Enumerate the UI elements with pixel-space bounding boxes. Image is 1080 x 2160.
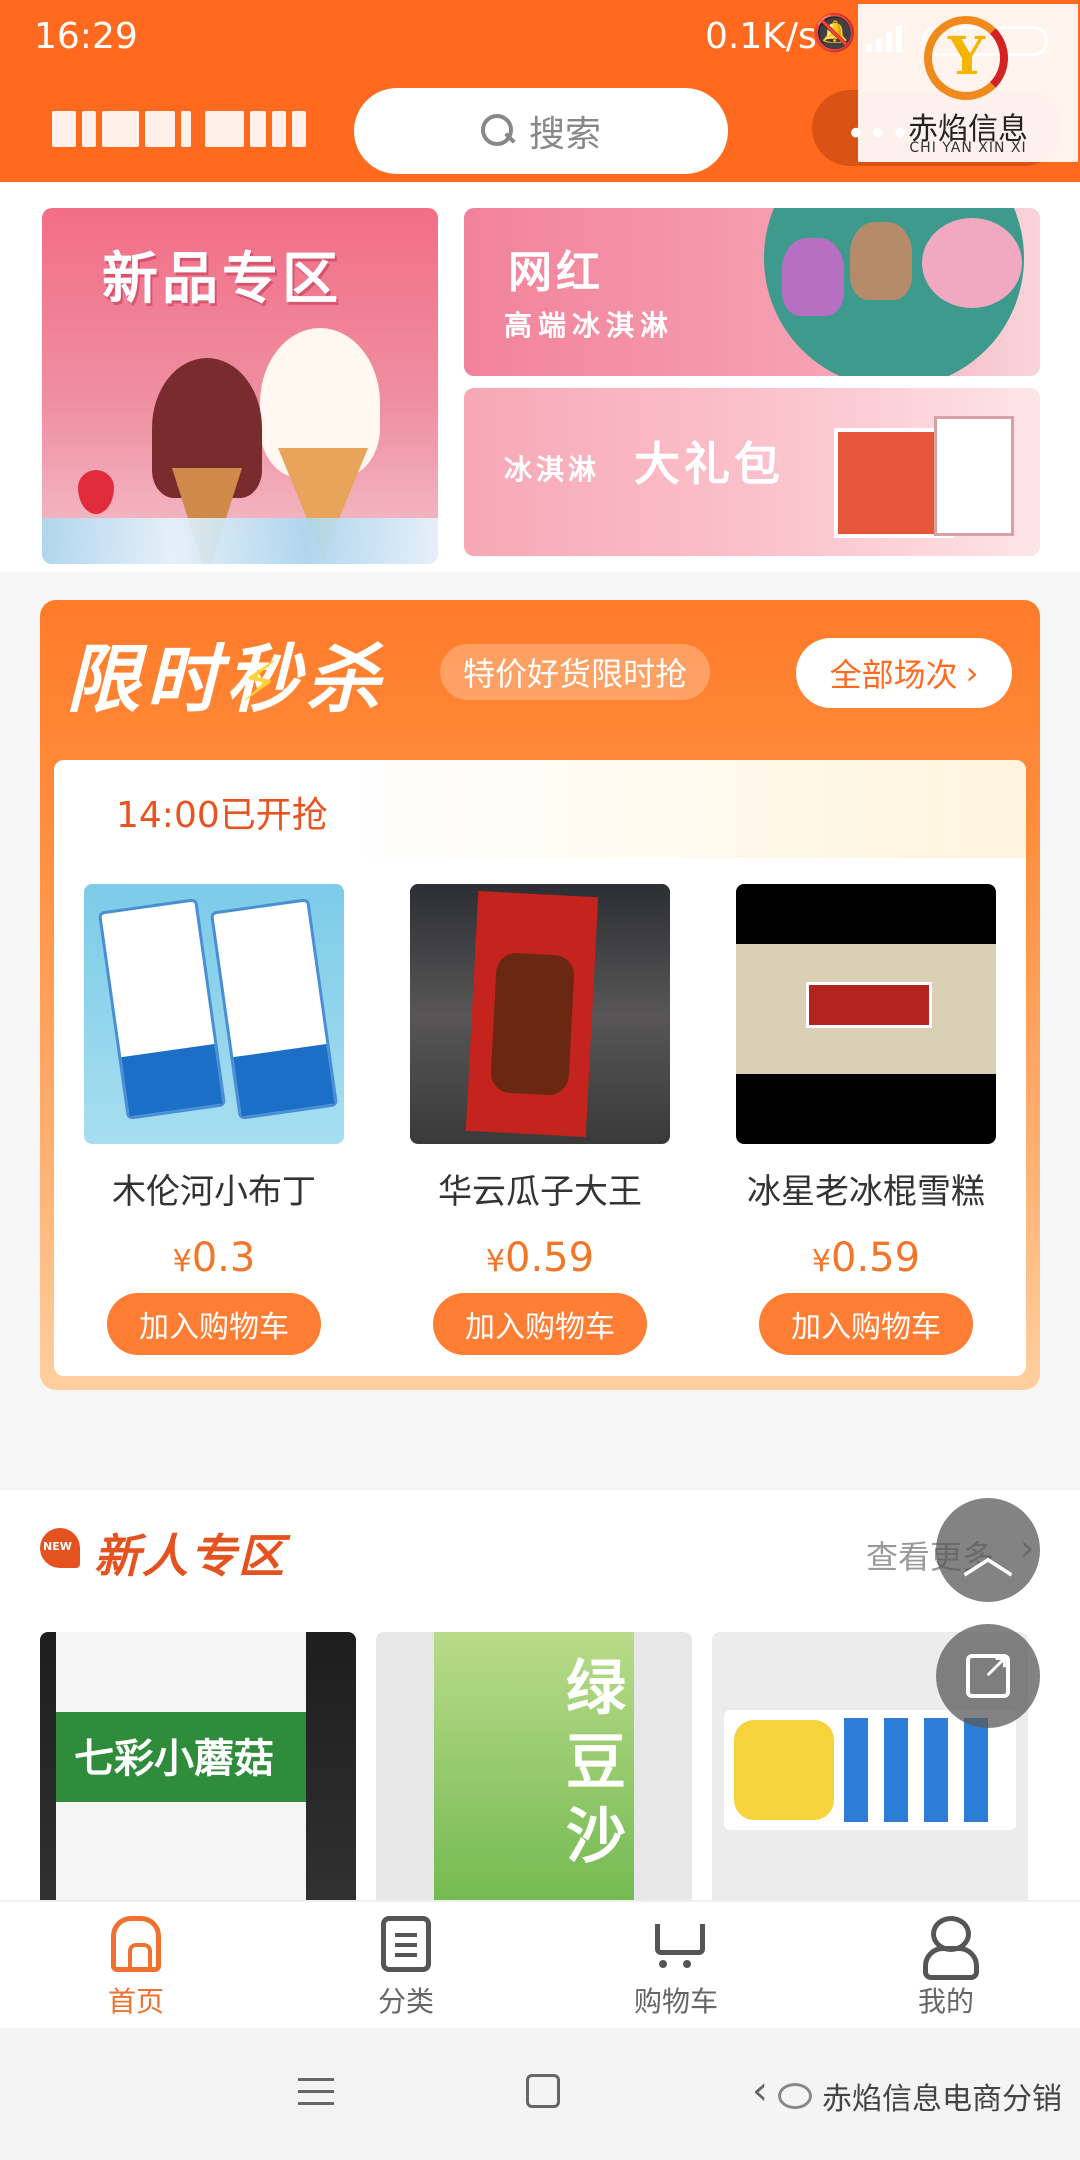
chocolate-cone-image: [152, 358, 262, 498]
product-price: ¥0.59: [410, 1235, 670, 1281]
tab-cart[interactable]: 购物车: [606, 1916, 746, 2020]
tab-home[interactable]: 首页: [66, 1916, 206, 2020]
product-card[interactable]: 华云瓜子大王 ¥0.59 加入购物车: [410, 884, 670, 1355]
product-image: [724, 1710, 1016, 1830]
soft-serve-image: [260, 328, 380, 478]
product-price: ¥0.59: [736, 1235, 996, 1281]
strawberry-image: [78, 470, 114, 514]
wechat-icon: [778, 2083, 812, 2109]
lightning-icon: ⚡: [240, 650, 280, 715]
banner-top-title: 网红: [508, 247, 604, 298]
tab-label: 首页: [107, 1985, 164, 2018]
new-badge-icon: [40, 1528, 80, 1568]
icecream-bar-image: [465, 891, 599, 1137]
currency-symbol: ¥: [172, 1244, 192, 1279]
currency-symbol: ¥: [485, 1244, 506, 1279]
all-sessions-label: 全部场次: [829, 656, 958, 694]
back-to-top-button[interactable]: ︿: [936, 1498, 1040, 1602]
banner-main-title: 新品专区: [102, 247, 342, 312]
back-icon[interactable]: ‹: [752, 2068, 768, 2114]
premium-icecream-banner[interactable]: 网红 高端冰淇淋: [464, 208, 1040, 376]
category-icon: [381, 1916, 431, 1972]
product-image[interactable]: [410, 884, 670, 1144]
product-image[interactable]: [736, 884, 996, 1144]
product-image[interactable]: [84, 884, 344, 1144]
tab-label: 分类: [377, 1985, 434, 2018]
newcomer-product-card[interactable]: 绿豆沙: [376, 1632, 692, 1932]
gift-pack-banner[interactable]: 冰淇淋 大礼包: [464, 388, 1040, 556]
price-value: 0.59: [831, 1235, 921, 1281]
product-name: 木伦河小布丁: [112, 1172, 316, 1212]
session-tab-active[interactable]: 14:00已开抢: [116, 786, 328, 838]
home-button-icon[interactable]: [526, 2074, 560, 2108]
popsicle-pack-image: [209, 898, 339, 1120]
brand-logo-icon: [924, 16, 1008, 100]
tab-profile[interactable]: 我的: [876, 1916, 1016, 2020]
product-image: 七彩小蘑菇: [56, 1632, 306, 1932]
product-name: 华云瓜子大王: [438, 1172, 642, 1212]
chevron-right-icon: ›: [965, 654, 979, 692]
bottom-tab-bar: 首页 分类 购物车 我的: [0, 1900, 1080, 2028]
icecream-bowl-image: [922, 218, 1022, 308]
icecream-cone-image: [782, 238, 844, 316]
new-products-banner[interactable]: 新品专区: [42, 208, 438, 564]
product-label-band: 七彩小蘑菇: [56, 1712, 306, 1802]
product-card[interactable]: 木伦河小布丁 ¥0.3 加入购物车: [84, 884, 344, 1355]
wechat-source-label: 赤焰信息电商分销: [822, 2082, 1062, 2117]
newcomer-product-card[interactable]: 七彩小蘑菇: [40, 1632, 356, 1932]
banner-top-subtitle: 高端冰淇淋: [504, 309, 675, 342]
product-image: 绿豆沙: [434, 1632, 634, 1932]
price-value: 0.3: [191, 1235, 256, 1281]
price-value: 0.59: [505, 1235, 595, 1281]
recent-apps-icon[interactable]: [298, 2078, 334, 2106]
icecream-cone-image: [850, 222, 912, 300]
product-card[interactable]: 冰星老冰棍雪糕 ¥0.59 加入购物车: [736, 884, 996, 1355]
watermark-subtitle: CHI YAN XIN XI: [909, 140, 1027, 156]
banner-bottom-title: 大礼包: [634, 437, 784, 491]
session-bar: 14:00已开抢: [54, 760, 1026, 858]
add-to-cart-button[interactable]: 加入购物车: [107, 1293, 321, 1355]
newcomer-title: 新人专区: [94, 1529, 286, 1583]
currency-symbol: ¥: [811, 1244, 832, 1279]
popsicle-wrapper-image: [736, 944, 996, 1074]
bell-off-icon: 🔕: [812, 13, 857, 54]
share-button[interactable]: [936, 1624, 1040, 1728]
product-label: 七彩小蘑菇: [74, 1736, 274, 1782]
flash-sale-title: 限时秒杀: [66, 637, 386, 723]
banner-area: 新品专区 网红 高端冰淇淋 冰淇淋 大礼包: [0, 182, 1080, 572]
flash-sale-tagline: 特价好货限时抢: [440, 644, 710, 700]
tab-category[interactable]: 分类: [336, 1916, 476, 2020]
wechat-source-watermark: 赤焰信息电商分销: [778, 2074, 1062, 2118]
add-to-cart-button[interactable]: 加入购物车: [433, 1293, 647, 1355]
tab-label: 购物车: [633, 1985, 718, 2018]
status-time: 16:29: [34, 16, 138, 57]
product-name: 冰星老冰棍雪糕: [747, 1172, 985, 1212]
flash-sale-products: 14:00已开抢 木伦河小布丁 ¥0.3 加入购物车 华云瓜子大王 ¥0.59 …: [54, 760, 1026, 1376]
search-input[interactable]: 搜索: [354, 88, 728, 174]
search-placeholder: 搜索: [528, 114, 601, 155]
watermark-logo: 赤焰信息 CHI YAN XIN XI: [858, 4, 1078, 162]
system-navigation-bar: ‹ 赤焰信息电商分销: [0, 2028, 1080, 2160]
share-icon: [966, 1646, 1011, 1698]
profile-icon: [921, 1916, 979, 1980]
banner-bottom-prefix: 冰淇淋: [504, 453, 601, 486]
product-price: ¥0.3: [84, 1235, 344, 1281]
search-icon: [480, 114, 515, 148]
store-logo-blurred: [52, 106, 307, 152]
gift-box-image: [934, 416, 1014, 536]
app-header: 16:29 0.1K/s 🔕 搜索 ••• 赤焰信息 CHI YAN XIN X…: [0, 0, 1080, 182]
newcomer-section: 新人专区 查看更多 › 七彩小蘑菇 绿豆沙: [0, 1490, 1080, 1932]
ice-cubes-image: [42, 518, 438, 564]
home-icon: [111, 1916, 161, 1972]
cart-icon: [651, 1916, 705, 1972]
popsicle-pack-image: [97, 898, 227, 1120]
flash-sale-section: 限时秒杀 ⚡ 特价好货限时抢 全部场次 › 14:00已开抢 木伦河小布丁 ¥0…: [40, 600, 1040, 1390]
chevron-up-icon: ︿: [961, 1525, 1014, 1586]
all-sessions-button[interactable]: 全部场次 ›: [796, 638, 1012, 708]
network-speed: 0.1K/s: [705, 16, 817, 57]
product-label: 绿豆沙: [566, 1654, 626, 1872]
tab-label: 我的: [917, 1985, 974, 2018]
add-to-cart-button[interactable]: 加入购物车: [759, 1293, 973, 1355]
